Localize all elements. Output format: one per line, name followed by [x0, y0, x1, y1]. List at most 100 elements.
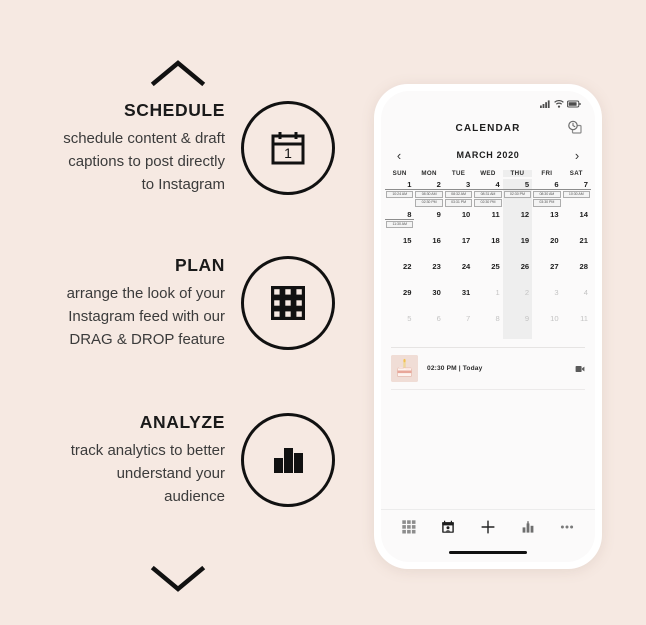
calendar-day-cell[interactable]: 11: [562, 313, 591, 339]
calendar-day-cell[interactable]: 9: [414, 209, 443, 235]
day-number: 27: [550, 262, 559, 271]
calendar-day-cell[interactable]: 27: [532, 261, 561, 287]
calendar-day-cell[interactable]: 10: [532, 313, 561, 339]
calendar-day-cell[interactable]: 22: [385, 261, 414, 287]
calendar-day-cell[interactable]: 4: [562, 287, 591, 313]
feature-analyze-line-2: understand your: [116, 464, 225, 482]
day-number: 1: [385, 180, 415, 190]
calendar-day-cell[interactable]: 15: [385, 235, 414, 261]
event-time-chip[interactable]: 03:31 PM: [444, 199, 473, 207]
day-number: 21: [579, 236, 588, 245]
calendar-day-cell[interactable]: 20: [532, 235, 561, 261]
calendar-day-cell[interactable]: 25: [473, 261, 502, 287]
calendar-day-cell[interactable]: 17: [444, 235, 473, 261]
calendar-day-cell[interactable]: 5: [385, 313, 414, 339]
weekday-sat: SAT: [569, 170, 583, 177]
prev-month-button[interactable]: ‹: [393, 149, 405, 162]
calendar-day-cell[interactable]: 5 02:30 PM: [502, 179, 533, 209]
calendar-day-cell[interactable]: 8 11:30 AM: [385, 209, 415, 235]
event-time-chip[interactable]: 02:30 PM: [474, 199, 502, 207]
calendar-day-cell[interactable]: 19: [502, 235, 533, 261]
event-time-chip[interactable]: 08:31 AM: [474, 191, 502, 199]
calendar-day-cell[interactable]: 7: [444, 313, 473, 339]
month-navigation: ‹ MARCH 2020 ›: [381, 143, 595, 167]
day-number: 7: [466, 314, 471, 323]
calendar-day-cell[interactable]: 16: [414, 235, 443, 261]
calendar-day-cell[interactable]: 2: [502, 287, 533, 313]
day-number: 3: [443, 180, 474, 190]
event-time-chip[interactable]: 10:30 AM: [562, 191, 590, 199]
day-number: 3: [554, 288, 559, 297]
event-time-chip[interactable]: 11:30 AM: [386, 221, 414, 229]
calendar-day-cell[interactable]: 10: [444, 209, 473, 235]
event-list: 02:30 PM | Today: [381, 348, 595, 390]
calendar-day-cell[interactable]: 31: [444, 287, 473, 313]
feature-plan-icon-badge[interactable]: [241, 256, 335, 351]
nav-more-dots-icon[interactable]: [558, 518, 576, 536]
event-row[interactable]: 02:30 PM | Today: [391, 348, 585, 390]
next-month-button[interactable]: ›: [571, 149, 583, 162]
calendar-day-cell[interactable]: 21: [562, 235, 591, 261]
feature-plan-line-3: DRAG & DROP feature: [69, 330, 225, 348]
nav-analytics-icon[interactable]: [519, 518, 537, 536]
calendar-day-cell[interactable]: 3: [532, 287, 561, 313]
day-number: 4: [473, 180, 503, 190]
nav-plus-icon[interactable]: [479, 518, 497, 536]
calendar-day-cell[interactable]: 1 10:24 AM: [385, 179, 415, 209]
day-event-chips: 08:32 AM 03:31 PM: [444, 190, 473, 207]
phone-mockup: CALENDAR ‹ MARCH 2020 › SUN MON TUE WED THU F…: [374, 84, 602, 569]
calendar-day-cell[interactable]: 1: [473, 287, 502, 313]
calendar-day-cell[interactable]: 2 08:30 AM 02:30 PM: [414, 179, 444, 209]
event-time-chip[interactable]: 02:30 PM: [415, 199, 443, 207]
calendar-day-cell[interactable]: 4 08:31 AM 02:30 PM: [473, 179, 503, 209]
event-time-chip[interactable]: 08:30 AM: [415, 191, 443, 199]
feature-plan-title: PLAN: [174, 255, 225, 275]
calendar-day-cell[interactable]: 29: [385, 287, 414, 313]
history-card-icon[interactable]: [567, 120, 583, 136]
nav-calendar-icon[interactable]: [439, 518, 457, 536]
feature-analyze-icon-badge[interactable]: [241, 413, 335, 508]
feature-analyze-line-3: audience: [164, 487, 225, 505]
chevron-down-icon[interactable]: [150, 563, 206, 593]
day-event-chips: 10:24 AM: [385, 190, 414, 199]
calendar-day-cell[interactable]: 7 10:30 AM: [561, 179, 591, 209]
weekday-tue: TUE: [451, 170, 466, 177]
calendar-day-cell[interactable]: 23: [414, 261, 443, 287]
calendar-day-cell[interactable]: 24: [444, 261, 473, 287]
day-event-chips: 11:30 AM: [385, 220, 414, 229]
feature-schedule-icon-badge[interactable]: 1: [241, 101, 335, 196]
wifi-icon: [554, 100, 564, 108]
calendar-day-cell[interactable]: 18: [473, 235, 502, 261]
calendar-day-cell[interactable]: 26: [502, 261, 533, 287]
calendar-day-cell[interactable]: 8: [473, 313, 502, 339]
grid-icon: [267, 282, 309, 324]
calendar-day-cell[interactable]: 13: [532, 209, 561, 235]
calendar-day-cell[interactable]: 12: [502, 209, 533, 235]
day-number: 15: [402, 236, 412, 245]
calendar-day-cell[interactable]: 6: [414, 313, 443, 339]
current-month-label: MARCH 2020: [456, 150, 520, 160]
calendar-day-cell[interactable]: 9: [502, 313, 533, 339]
day-number: 12: [520, 210, 530, 219]
event-time-chip[interactable]: 03:30 PM: [533, 199, 561, 207]
day-number: 22: [402, 262, 412, 271]
day-number: 9: [436, 210, 441, 219]
calendar-day-cell[interactable]: 3 08:32 AM 03:31 PM: [443, 179, 474, 209]
feature-plan-text: PLAN arrange the look of your Instagram …: [11, 255, 241, 351]
calendar-day-cell[interactable]: 28: [562, 261, 591, 287]
calendar-day-cell[interactable]: 11: [473, 209, 502, 235]
day-number: 24: [461, 262, 471, 271]
event-time-chip[interactable]: 08:32 AM: [444, 191, 473, 199]
calendar-day-cell[interactable]: 30: [414, 287, 443, 313]
day-number: 6: [532, 180, 562, 190]
event-time-chip[interactable]: 08:30 AM: [533, 191, 561, 199]
event-time-chip[interactable]: 02:30 PM: [503, 191, 532, 199]
calendar-day-cell[interactable]: 6 08:30 AM 03:30 PM: [532, 179, 562, 209]
event-time-chip[interactable]: 10:24 AM: [386, 191, 414, 199]
day-number: 16: [432, 236, 441, 245]
calendar-grid: 1 10:24 AM 2 08:30 AM 02:30 PM 3 08:32 AM 03:31…: [381, 179, 595, 339]
nav-grid-feed-icon[interactable]: [400, 518, 418, 536]
day-number: 10: [461, 210, 471, 219]
chevron-up-icon[interactable]: [150, 58, 206, 88]
calendar-day-cell[interactable]: 14: [562, 209, 591, 235]
